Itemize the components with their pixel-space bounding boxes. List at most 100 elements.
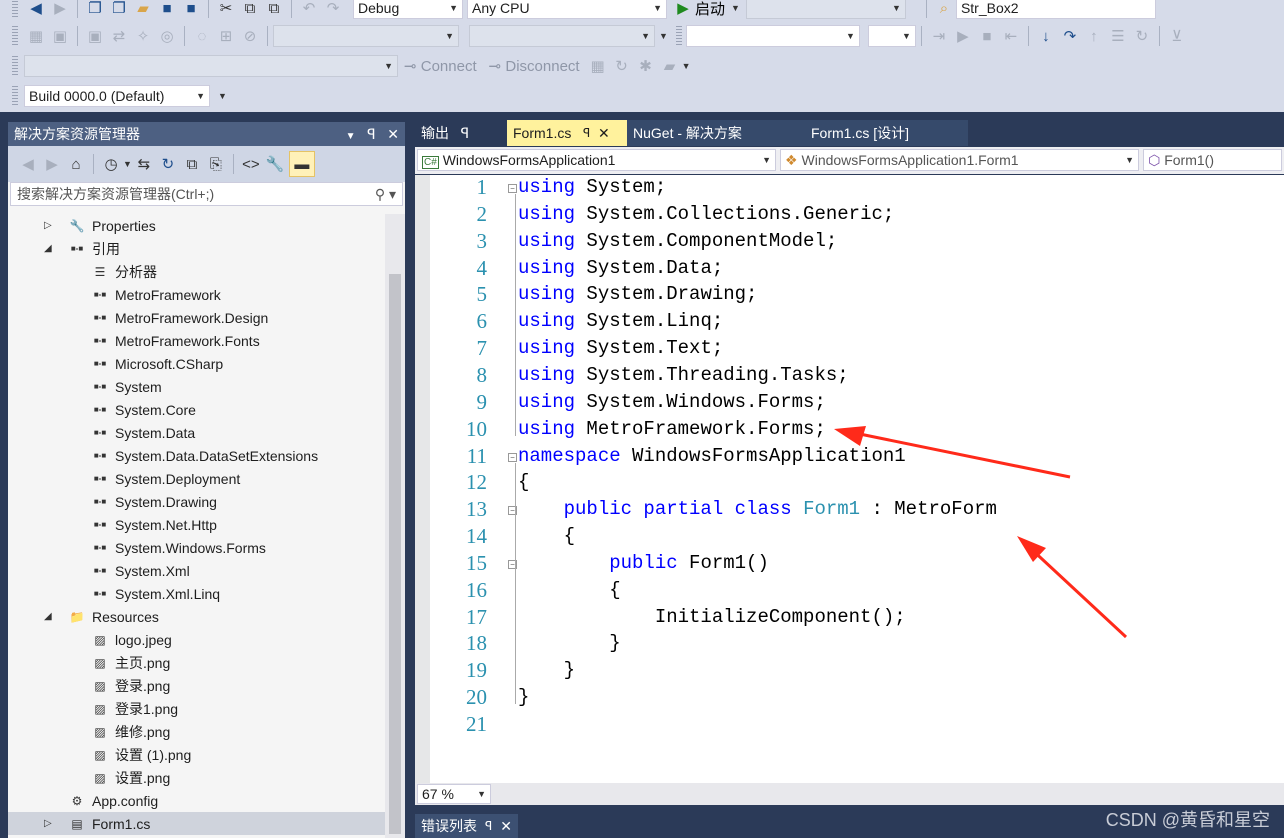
thread-select[interactable]: ▼	[867, 25, 916, 47]
folder-icon[interactable]: ▰	[660, 56, 680, 76]
tree-item[interactable]: ▷ ▤ Form1.cs	[8, 812, 385, 835]
sync-icon[interactable]: ⇆	[134, 154, 154, 174]
step-into-icon[interactable]: ↓	[1036, 26, 1056, 46]
tree-item[interactable]: ■-■ System	[8, 375, 162, 398]
tree-scrollbar[interactable]	[385, 214, 405, 838]
forward-icon[interactable]: ▶	[50, 0, 70, 18]
collapse-arrow-icon[interactable]: ◢	[44, 611, 56, 622]
undo-icon[interactable]: ↶	[299, 0, 319, 18]
add-item-icon[interactable]: ❐	[109, 0, 129, 18]
tree-item[interactable]: ■-■ MetroFramework	[8, 283, 221, 306]
tree-item[interactable]: ▨ logo.jpeg	[8, 628, 172, 651]
tree-item[interactable]: ▷ 🔧 Properties	[8, 214, 156, 237]
cut-icon[interactable]: ✂	[216, 0, 236, 18]
tree-item[interactable]: ■-■ System.Net.Http	[8, 513, 217, 536]
tree-item[interactable]: ■-■ System.Data.DataSetExtensions	[8, 444, 318, 467]
continue-icon[interactable]: ▶	[953, 26, 973, 46]
class-select[interactable]: ❖ WindowsFormsApplication1.Form1 ▼	[780, 149, 1140, 171]
save-all-icon[interactable]: ■	[181, 0, 201, 18]
stop-icon[interactable]: ■	[977, 26, 997, 46]
toolbar-grip[interactable]	[12, 0, 18, 18]
step-over-icon[interactable]: ↷	[1060, 26, 1080, 46]
refresh-icon[interactable]: ⇄	[109, 26, 129, 46]
toolbar-icon[interactable]: ▣	[85, 26, 105, 46]
build-version-select[interactable]: Build 0000.0 (Default) ▼	[24, 85, 210, 107]
project-select[interactable]: C# WindowsFormsApplication1 ▼	[417, 149, 777, 171]
open-folder-icon[interactable]: ▰	[133, 0, 153, 18]
pin-icon[interactable]: ꟼ	[367, 126, 375, 142]
zoom-select[interactable]: 67 % ▼	[417, 784, 491, 804]
toolbar-icon[interactable]: ⊘	[240, 26, 260, 46]
show-all-files-icon[interactable]: ⎘	[206, 154, 226, 174]
tab-nuget[interactable]: NuGet - 解决方案	[627, 120, 805, 146]
collapse-arrow-icon[interactable]: ◢	[44, 243, 56, 254]
toolbar-icon[interactable]: ⊻	[1167, 26, 1187, 46]
refresh-icon[interactable]: ↻	[158, 154, 178, 174]
forward-icon[interactable]: ▶	[42, 154, 62, 174]
search-icon[interactable]: ⚲ ▾	[375, 186, 396, 203]
tree-item[interactable]: ■-■ MetroFramework.Fonts	[8, 329, 260, 352]
tree-item[interactable]: ■-■ System.Windows.Forms	[8, 536, 266, 559]
tree-item[interactable]: ◢ 📁 Resources	[8, 605, 159, 628]
fold-toggle-icon[interactable]: −	[508, 184, 517, 193]
tree-item[interactable]: ■-■ MetroFramework.Design	[8, 306, 268, 329]
toolbar-icon[interactable]: ◌	[192, 26, 212, 46]
close-icon[interactable]: ✕	[598, 125, 610, 142]
toolbar-select[interactable]: ▼	[469, 25, 655, 47]
refresh-icon[interactable]: ↻	[612, 56, 632, 76]
restart-icon[interactable]: ↻	[1132, 26, 1152, 46]
tree-item[interactable]: ■-■ System.Deployment	[8, 467, 240, 490]
tree-item[interactable]: ■-■ System.Drawing	[8, 490, 217, 513]
show-next-icon[interactable]: ☰	[1108, 26, 1128, 46]
tree-item[interactable]: ▨ 登录.png	[8, 674, 170, 697]
connection-select[interactable]: ▼	[24, 55, 398, 77]
tab-error-list[interactable]: 错误列表 ꟼ ✕	[415, 814, 518, 838]
back-icon[interactable]: ◀	[26, 0, 46, 18]
home-icon[interactable]: ⌂	[66, 154, 86, 174]
step-out-icon[interactable]: ↑	[1084, 26, 1104, 46]
pin-icon[interactable]: ꟼ	[461, 125, 469, 142]
start-button[interactable]: 启动	[695, 0, 725, 19]
pin-icon[interactable]: ꟼ	[583, 126, 590, 140]
close-icon[interactable]: ✕	[500, 818, 512, 835]
solution-search-input[interactable]: 搜索解决方案资源管理器(Ctrl+;) ⚲ ▾	[10, 182, 403, 206]
save-icon[interactable]: ■	[157, 0, 177, 18]
toolbar-icon[interactable]: ⊞	[216, 26, 236, 46]
tree-item[interactable]: ■-■ System.Xml	[8, 559, 190, 582]
expand-arrow-icon[interactable]: ▷	[44, 818, 56, 829]
scrollbar-thumb[interactable]	[389, 274, 401, 834]
pin-icon[interactable]: ꟼ	[485, 819, 492, 833]
fold-toggle-icon[interactable]: −	[508, 452, 517, 462]
preview-icon[interactable]: ▬	[288, 151, 315, 177]
tree-item[interactable]: ◢ ■-■ 引用	[8, 237, 120, 260]
redo-icon[interactable]: ↷	[323, 0, 343, 18]
platform-select[interactable]: Any CPU ▼	[467, 0, 667, 19]
copy-icon[interactable]: ⧉	[240, 0, 260, 18]
tab-output[interactable]: 输出 ꟼ	[415, 120, 507, 146]
back-icon[interactable]: ◀	[18, 154, 38, 174]
collapse-all-icon[interactable]: ⧉	[182, 154, 202, 174]
tree-item[interactable]: ■-■ System.Core	[8, 398, 196, 421]
find-input[interactable]: Str_Box2	[955, 0, 1156, 19]
tree-item[interactable]: ⚙ App.config	[8, 789, 159, 812]
toolbar-select[interactable]: ▼	[273, 25, 459, 47]
connect-button[interactable]: ⊸ Connect	[404, 57, 477, 75]
disconnect-button[interactable]: ⊸ Disconnect	[489, 57, 580, 75]
pending-changes-icon[interactable]: ◷	[101, 154, 121, 174]
tree-item[interactable]: ▨ 维修.png	[8, 720, 170, 743]
new-project-icon[interactable]: ❐	[85, 0, 105, 18]
target-select[interactable]: ▼	[745, 0, 906, 19]
tree-item[interactable]: ■-■ System.Xml.Linq	[8, 582, 220, 605]
tree-item[interactable]: ▨ 登录1.png	[8, 697, 178, 720]
expand-arrow-icon[interactable]: ▷	[44, 220, 56, 231]
paste-icon[interactable]: ⧉	[264, 0, 284, 18]
configuration-select[interactable]: Debug ▼	[353, 0, 463, 19]
view-code-icon[interactable]: <>	[241, 154, 261, 174]
close-icon[interactable]: ✕	[387, 126, 399, 142]
dropdown-icon[interactable]: ▼	[346, 131, 356, 142]
tree-item[interactable]: ■-■ Microsoft.CSharp	[8, 352, 223, 375]
member-select[interactable]: ⬡ Form1()	[1143, 149, 1282, 171]
toolbar-icon[interactable]: ▦	[26, 26, 46, 46]
code-editor[interactable]: 1 using System; 2 using System.Collections.…	[415, 175, 1284, 783]
wand-icon[interactable]: ✧	[133, 26, 153, 46]
